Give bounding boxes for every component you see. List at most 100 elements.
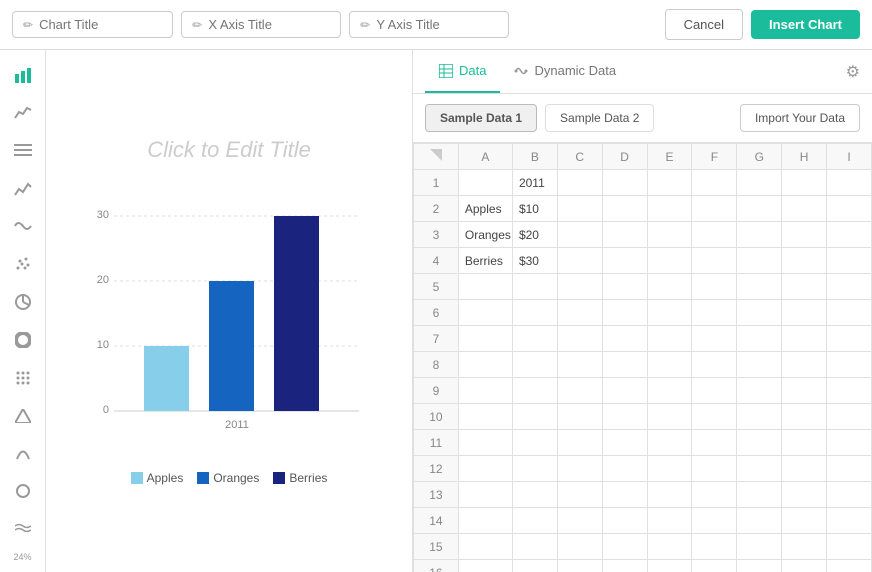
cell-9-F[interactable] [692, 404, 737, 430]
cell-6-F[interactable] [692, 326, 737, 352]
cell-13-G[interactable] [737, 508, 782, 534]
cell-0-I[interactable] [827, 170, 872, 196]
cell-10-I[interactable] [827, 430, 872, 456]
cell-8-C[interactable] [557, 378, 602, 404]
cell-8-F[interactable] [692, 378, 737, 404]
cell-15-F[interactable] [692, 560, 737, 572]
sidebar-icon-pie[interactable] [7, 287, 39, 317]
cell-15-C[interactable] [557, 560, 602, 572]
cell-1-G[interactable] [737, 196, 782, 222]
cell-7-G[interactable] [737, 352, 782, 378]
cell-3-F[interactable] [692, 248, 737, 274]
cell-6-H[interactable] [782, 326, 827, 352]
cell-7-E[interactable] [647, 352, 692, 378]
cell-3-H[interactable] [782, 248, 827, 274]
cell-14-A[interactable] [458, 534, 512, 560]
cell-3-E[interactable] [647, 248, 692, 274]
cell-10-B[interactable] [512, 430, 557, 456]
cell-14-H[interactable] [782, 534, 827, 560]
chart-title-placeholder[interactable]: Click to Edit Title [147, 137, 311, 163]
cell-5-G[interactable] [737, 300, 782, 326]
sidebar-icon-triangle[interactable] [7, 401, 39, 431]
cell-11-G[interactable] [737, 456, 782, 482]
cell-14-C[interactable] [557, 534, 602, 560]
cell-1-D[interactable] [602, 196, 647, 222]
cell-10-C[interactable] [557, 430, 602, 456]
cell-10-D[interactable] [602, 430, 647, 456]
cell-0-H[interactable] [782, 170, 827, 196]
sidebar-icon-line-chart[interactable] [7, 174, 39, 204]
cell-4-A[interactable] [458, 274, 512, 300]
cell-1-H[interactable] [782, 196, 827, 222]
sidebar-icon-area-chart[interactable] [7, 98, 39, 128]
cell-1-A[interactable]: Apples [458, 196, 512, 222]
cell-12-I[interactable] [827, 482, 872, 508]
cell-13-C[interactable] [557, 508, 602, 534]
cell-4-F[interactable] [692, 274, 737, 300]
cell-2-A[interactable]: Oranges [458, 222, 512, 248]
cell-13-I[interactable] [827, 508, 872, 534]
cell-6-E[interactable] [647, 326, 692, 352]
settings-button[interactable]: ⚙ [846, 62, 860, 82]
sidebar-icon-wave[interactable] [7, 211, 39, 241]
cell-7-B[interactable] [512, 352, 557, 378]
cell-11-C[interactable] [557, 456, 602, 482]
cell-6-G[interactable] [737, 326, 782, 352]
cell-11-E[interactable] [647, 456, 692, 482]
sidebar-icon-list[interactable] [7, 136, 39, 166]
cell-3-I[interactable] [827, 248, 872, 274]
cell-15-D[interactable] [602, 560, 647, 572]
cell-9-E[interactable] [647, 404, 692, 430]
cell-5-D[interactable] [602, 300, 647, 326]
cancel-button[interactable]: Cancel [665, 9, 743, 40]
cell-8-G[interactable] [737, 378, 782, 404]
sidebar-icon-waves[interactable] [7, 514, 39, 544]
spreadsheet[interactable]: A B C D E F G H I 120112Apples$103Orange… [413, 143, 872, 572]
cell-0-B[interactable]: 2011 [512, 170, 557, 196]
cell-9-H[interactable] [782, 404, 827, 430]
sidebar-icon-scatter[interactable] [7, 249, 39, 279]
cell-9-B[interactable] [512, 404, 557, 430]
cell-5-I[interactable] [827, 300, 872, 326]
cell-4-H[interactable] [782, 274, 827, 300]
cell-9-D[interactable] [602, 404, 647, 430]
cell-1-E[interactable] [647, 196, 692, 222]
col-header-f[interactable]: F [692, 144, 737, 170]
cell-5-A[interactable] [458, 300, 512, 326]
cell-12-B[interactable] [512, 482, 557, 508]
cell-13-E[interactable] [647, 508, 692, 534]
cell-14-E[interactable] [647, 534, 692, 560]
cell-0-D[interactable] [602, 170, 647, 196]
sidebar-icon-dots[interactable] [7, 363, 39, 393]
cell-6-A[interactable] [458, 326, 512, 352]
cell-5-B[interactable] [512, 300, 557, 326]
import-data-button[interactable]: Import Your Data [740, 104, 860, 132]
cell-2-H[interactable] [782, 222, 827, 248]
cell-13-B[interactable] [512, 508, 557, 534]
tab-dynamic-data[interactable]: Dynamic Data [500, 50, 630, 93]
cell-3-B[interactable]: $30 [512, 248, 557, 274]
cell-14-F[interactable] [692, 534, 737, 560]
cell-8-D[interactable] [602, 378, 647, 404]
cell-3-A[interactable]: Berries [458, 248, 512, 274]
cell-8-I[interactable] [827, 378, 872, 404]
x-axis-title-input-wrap[interactable]: ✏ [181, 11, 341, 38]
cell-3-C[interactable] [557, 248, 602, 274]
tab-data[interactable]: Data [425, 50, 500, 93]
cell-4-C[interactable] [557, 274, 602, 300]
cell-6-C[interactable] [557, 326, 602, 352]
cell-9-C[interactable] [557, 404, 602, 430]
cell-5-H[interactable] [782, 300, 827, 326]
cell-11-D[interactable] [602, 456, 647, 482]
cell-6-I[interactable] [827, 326, 872, 352]
cell-5-C[interactable] [557, 300, 602, 326]
cell-14-I[interactable] [827, 534, 872, 560]
cell-4-D[interactable] [602, 274, 647, 300]
cell-7-F[interactable] [692, 352, 737, 378]
cell-7-D[interactable] [602, 352, 647, 378]
cell-4-B[interactable] [512, 274, 557, 300]
cell-6-D[interactable] [602, 326, 647, 352]
cell-0-A[interactable] [458, 170, 512, 196]
sidebar-icon-donut[interactable] [7, 325, 39, 355]
cell-4-G[interactable] [737, 274, 782, 300]
